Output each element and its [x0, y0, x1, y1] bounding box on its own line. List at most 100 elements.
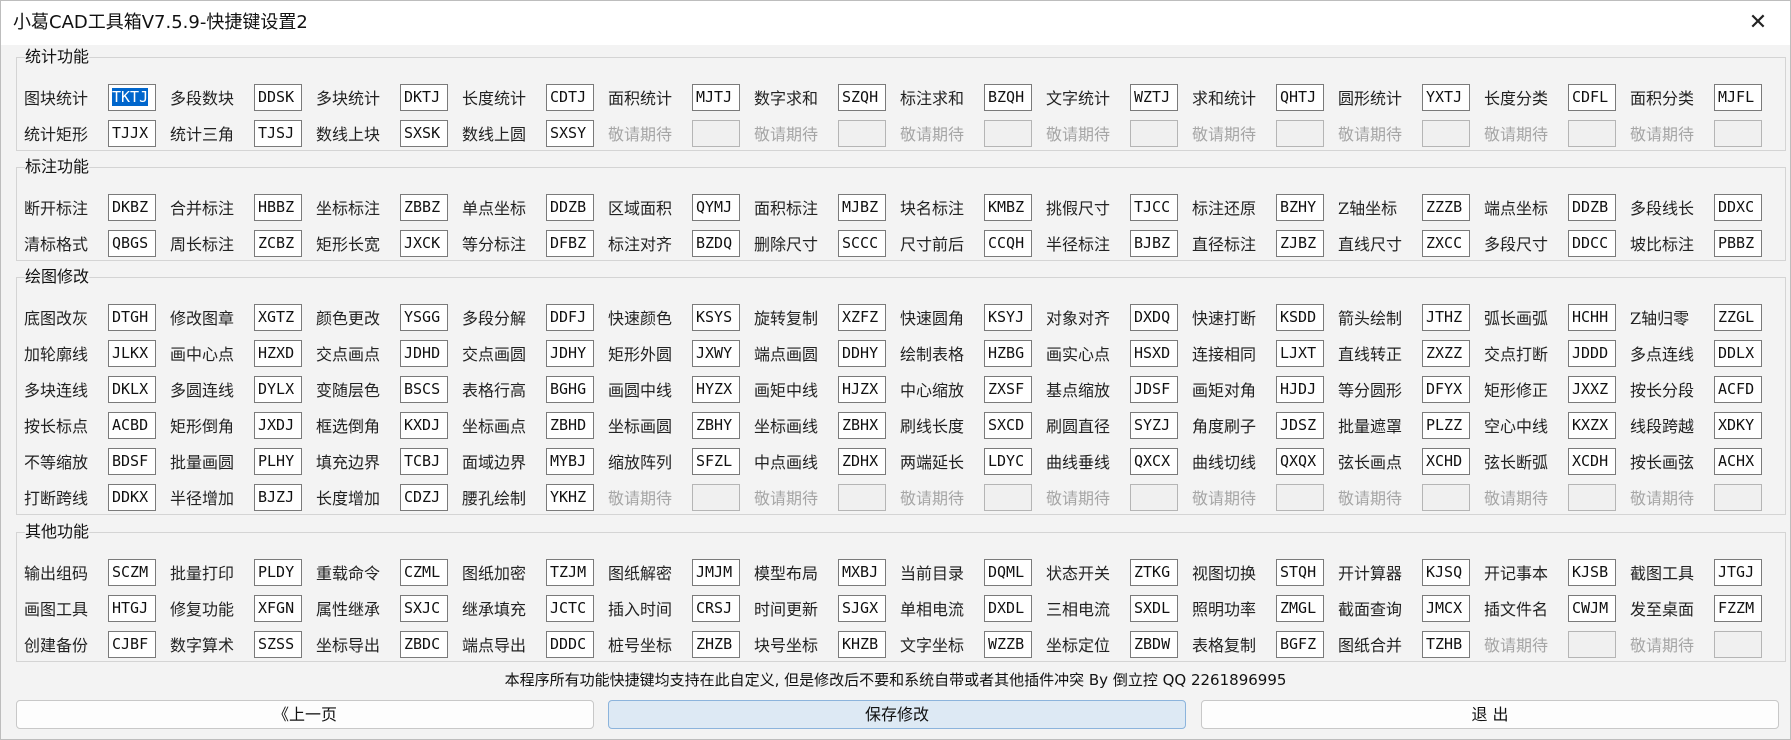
close-icon[interactable]: ✕ [1744, 9, 1772, 37]
shortcut-input[interactable]: CZML [400, 558, 448, 586]
shortcut-input[interactable]: KJSB [1568, 558, 1616, 586]
shortcut-input[interactable]: ACBD [108, 411, 156, 439]
shortcut-input[interactable]: JCTC [546, 594, 594, 622]
shortcut-input[interactable]: BZQH [984, 83, 1032, 111]
shortcut-input[interactable]: SXSK [400, 119, 448, 147]
shortcut-input[interactable]: SZSS [254, 630, 302, 658]
shortcut-input[interactable]: STQH [1276, 558, 1324, 586]
shortcut-input[interactable]: DDDC [546, 630, 594, 658]
shortcut-input[interactable]: QHTJ [1276, 83, 1324, 111]
shortcut-input[interactable]: HTGJ [108, 594, 156, 622]
shortcut-input[interactable] [984, 483, 1032, 511]
shortcut-input[interactable]: WZZB [984, 630, 1032, 658]
shortcut-input[interactable]: CRSJ [692, 594, 740, 622]
shortcut-input[interactable]: DKTJ [400, 83, 448, 111]
shortcut-input[interactable]: MJFL [1714, 83, 1762, 111]
shortcut-input[interactable] [838, 119, 886, 147]
shortcut-input[interactable]: MJBZ [838, 193, 886, 221]
shortcut-input[interactable]: ZMGL [1276, 594, 1324, 622]
shortcut-input[interactable]: DDKX [108, 483, 156, 511]
shortcut-input[interactable]: ZZZB [1422, 193, 1470, 221]
shortcut-input[interactable]: ZDHX [838, 447, 886, 475]
shortcut-input[interactable]: CWJM [1568, 594, 1616, 622]
shortcut-input[interactable]: MYBJ [546, 447, 594, 475]
shortcut-input[interactable]: SXJC [400, 594, 448, 622]
shortcut-input[interactable]: ZXCC [1422, 229, 1470, 257]
shortcut-input[interactable]: KMBZ [984, 193, 1032, 221]
shortcut-input[interactable]: SXCD [984, 411, 1032, 439]
shortcut-input[interactable] [692, 483, 740, 511]
shortcut-input[interactable]: DQML [984, 558, 1032, 586]
shortcut-input[interactable]: JTHZ [1422, 303, 1470, 331]
shortcut-input[interactable]: LDYC [984, 447, 1032, 475]
shortcut-input[interactable]: JMJM [692, 558, 740, 586]
shortcut-input[interactable]: CDFL [1568, 83, 1616, 111]
shortcut-input[interactable]: BJZJ [254, 483, 302, 511]
shortcut-input[interactable]: CJBF [108, 630, 156, 658]
shortcut-input[interactable]: KXZX [1568, 411, 1616, 439]
shortcut-input[interactable]: DFBZ [546, 229, 594, 257]
shortcut-input[interactable]: DDFJ [546, 303, 594, 331]
shortcut-input[interactable]: JXDJ [254, 411, 302, 439]
shortcut-input[interactable]: CDZJ [400, 483, 448, 511]
shortcut-input[interactable]: ZXSF [984, 375, 1032, 403]
shortcut-input[interactable] [984, 119, 1032, 147]
shortcut-input[interactable]: JXWY [692, 339, 740, 367]
shortcut-input[interactable]: QXQX [1276, 447, 1324, 475]
save-button[interactable]: 保存修改 [608, 700, 1186, 729]
shortcut-input[interactable]: CDTJ [546, 83, 594, 111]
shortcut-input[interactable]: HCHH [1568, 303, 1616, 331]
shortcut-input[interactable]: HZBG [984, 339, 1032, 367]
shortcut-input[interactable]: DFYX [1422, 375, 1470, 403]
shortcut-input[interactable]: KJSQ [1422, 558, 1470, 586]
shortcut-input[interactable]: QBGS [108, 229, 156, 257]
shortcut-input[interactable]: DTGH [108, 303, 156, 331]
shortcut-input[interactable]: HYZX [692, 375, 740, 403]
shortcut-input[interactable]: XGTZ [254, 303, 302, 331]
shortcut-input[interactable]: YSGG [400, 303, 448, 331]
shortcut-input[interactable]: JDHD [400, 339, 448, 367]
shortcut-input[interactable]: JLKX [108, 339, 156, 367]
shortcut-input[interactable]: SXSY [546, 119, 594, 147]
shortcut-input[interactable]: BGHG [546, 375, 594, 403]
shortcut-input[interactable]: DDCC [1568, 229, 1616, 257]
shortcut-input[interactable]: ACFD [1714, 375, 1762, 403]
shortcut-input[interactable]: XFGN [254, 594, 302, 622]
shortcut-input[interactable]: JXXZ [1568, 375, 1616, 403]
shortcut-input[interactable]: HSXD [1130, 339, 1178, 367]
shortcut-input[interactable]: HZXD [254, 339, 302, 367]
shortcut-input[interactable] [1276, 483, 1324, 511]
shortcut-input[interactable]: TZHB [1422, 630, 1470, 658]
shortcut-input[interactable]: ZTKG [1130, 558, 1178, 586]
shortcut-input[interactable]: BGFZ [1276, 630, 1324, 658]
shortcut-input[interactable]: YKHZ [546, 483, 594, 511]
shortcut-input[interactable]: PLDY [254, 558, 302, 586]
shortcut-input[interactable]: TJJX [108, 119, 156, 147]
shortcut-input[interactable]: ACHX [1714, 447, 1762, 475]
shortcut-input[interactable]: ZBDW [1130, 630, 1178, 658]
shortcut-input[interactable]: MXBJ [838, 558, 886, 586]
shortcut-input[interactable]: QYMJ [692, 193, 740, 221]
shortcut-input[interactable]: TKTJ [108, 83, 156, 111]
shortcut-input[interactable]: CCQH [984, 229, 1032, 257]
shortcut-input[interactable]: SCZM [108, 558, 156, 586]
shortcut-input[interactable]: HJZX [838, 375, 886, 403]
shortcut-input[interactable]: JDDD [1568, 339, 1616, 367]
shortcut-input[interactable]: ZBHY [692, 411, 740, 439]
shortcut-input[interactable]: WZTJ [1130, 83, 1178, 111]
shortcut-input[interactable]: DDZB [1568, 193, 1616, 221]
shortcut-input[interactable] [1568, 630, 1616, 658]
shortcut-input[interactable]: KXDJ [400, 411, 448, 439]
shortcut-input[interactable] [1568, 119, 1616, 147]
shortcut-input[interactable]: XCHD [1422, 447, 1470, 475]
shortcut-input[interactable]: XCDH [1568, 447, 1616, 475]
shortcut-input[interactable]: ZBBZ [400, 193, 448, 221]
shortcut-input[interactable]: ZHZB [692, 630, 740, 658]
shortcut-input[interactable] [1422, 483, 1470, 511]
shortcut-input[interactable]: JMCX [1422, 594, 1470, 622]
shortcut-input[interactable] [692, 119, 740, 147]
shortcut-input[interactable]: JDSF [1130, 375, 1178, 403]
shortcut-input[interactable]: JDSZ [1276, 411, 1324, 439]
shortcut-input[interactable]: DDSK [254, 83, 302, 111]
shortcut-input[interactable]: BDSF [108, 447, 156, 475]
